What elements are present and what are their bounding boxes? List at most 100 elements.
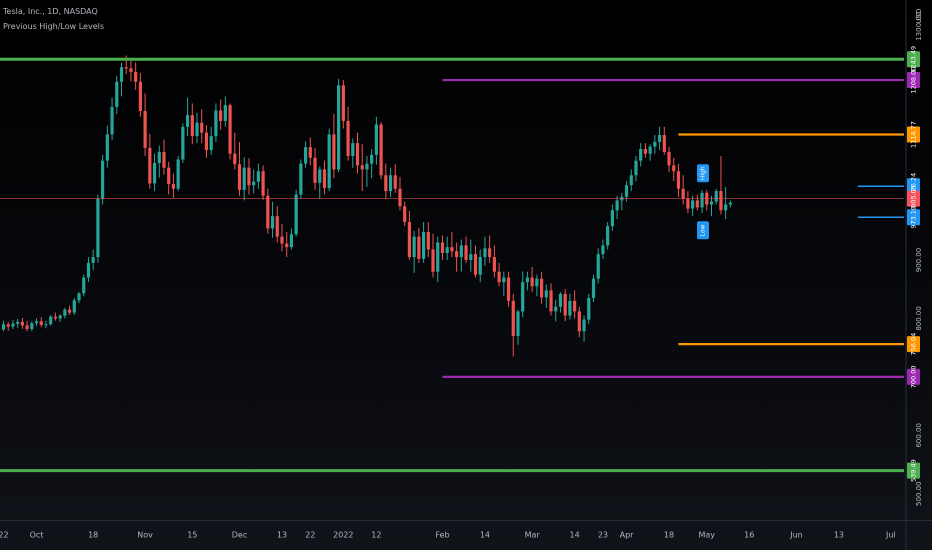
candle-body bbox=[421, 231, 426, 259]
candle-body bbox=[601, 245, 605, 255]
candle-body bbox=[242, 167, 246, 190]
x-tick-label: 2022 bbox=[333, 531, 353, 540]
candle-body bbox=[20, 321, 24, 326]
candle-body bbox=[497, 271, 501, 283]
candle-body bbox=[709, 201, 714, 205]
x-tick-label: Jun bbox=[789, 531, 803, 540]
monthly-low-badge-label: 756.04 bbox=[910, 333, 918, 356]
candle-body bbox=[516, 311, 520, 336]
x-tick-label: May bbox=[699, 531, 716, 540]
candle-body bbox=[167, 167, 171, 185]
candle-body bbox=[544, 290, 548, 298]
x-tick-label: 14 bbox=[570, 531, 580, 540]
candle-body bbox=[115, 81, 119, 107]
candle-body bbox=[436, 242, 440, 272]
candle-body bbox=[676, 171, 681, 189]
x-tick-label: 15 bbox=[187, 531, 197, 540]
candle-body bbox=[280, 236, 284, 244]
candle-body bbox=[237, 164, 242, 190]
candle-body bbox=[506, 277, 511, 301]
y-tick-label: 1300.00 bbox=[915, 12, 923, 41]
candle-body bbox=[247, 167, 251, 186]
candle-body bbox=[185, 115, 190, 127]
candle-body bbox=[488, 248, 492, 258]
candle-body bbox=[53, 316, 58, 319]
candle-body bbox=[700, 192, 704, 208]
candle-body bbox=[190, 115, 194, 137]
x-tick-label: 22 bbox=[0, 531, 9, 540]
candle-body bbox=[473, 254, 478, 275]
candle-body bbox=[469, 254, 473, 260]
candle-body bbox=[606, 226, 610, 246]
candle-body bbox=[672, 165, 676, 172]
x-tick-label: 18 bbox=[664, 531, 674, 540]
candle-body bbox=[483, 248, 487, 258]
candle-body bbox=[119, 67, 124, 82]
candle-body bbox=[535, 278, 539, 287]
candle-body bbox=[327, 134, 331, 189]
candle-body bbox=[44, 324, 48, 326]
candle-body bbox=[124, 67, 128, 69]
candle-body bbox=[525, 277, 530, 283]
candle-body bbox=[629, 175, 633, 186]
candle-body bbox=[228, 105, 232, 154]
candle-body bbox=[563, 293, 567, 316]
x-tick-label: Apr bbox=[620, 531, 635, 540]
candle-body bbox=[82, 277, 86, 294]
candle-body bbox=[426, 231, 430, 250]
candle-body bbox=[403, 206, 407, 223]
x-tick-label: Nov bbox=[137, 531, 153, 540]
candle-body bbox=[30, 323, 34, 329]
candle-body bbox=[587, 297, 591, 320]
candle-body bbox=[398, 188, 402, 207]
candle-body bbox=[365, 163, 369, 170]
candle-body bbox=[200, 122, 204, 133]
candle-body bbox=[58, 315, 62, 319]
candle-body bbox=[554, 306, 558, 312]
chart-root: Tesla, Inc., 1D, NASDAQ Previous High/Lo… bbox=[0, 0, 932, 550]
candle-body bbox=[101, 160, 105, 199]
quarterly-low-badge-label: 700.00 bbox=[910, 365, 918, 388]
candle-body bbox=[355, 143, 360, 166]
candle-body bbox=[549, 290, 553, 312]
candle-body bbox=[157, 151, 161, 164]
candle-body bbox=[289, 234, 294, 248]
candle-body bbox=[261, 171, 265, 196]
candle-body bbox=[72, 300, 76, 313]
candle-body bbox=[209, 136, 213, 151]
candle-body bbox=[219, 110, 223, 121]
candle-body bbox=[318, 169, 322, 183]
candle-body bbox=[308, 147, 312, 158]
x-tick-label: 22 bbox=[305, 531, 315, 540]
price-chart[interactable]: HighLowUSD1300.00900.00800.00600.00500.0… bbox=[0, 0, 932, 550]
weekly-low-badge-label: 973.10 bbox=[910, 206, 918, 229]
x-tick-label: 14 bbox=[480, 531, 490, 540]
candle-body bbox=[667, 151, 671, 166]
candle-body bbox=[91, 257, 95, 263]
candle-body bbox=[450, 247, 454, 252]
candle-body bbox=[204, 132, 209, 151]
candle-body bbox=[459, 245, 463, 258]
candle-body bbox=[332, 134, 336, 170]
candle-body bbox=[152, 163, 157, 184]
candle-body bbox=[691, 200, 695, 209]
candle-body bbox=[643, 148, 648, 154]
candle-body bbox=[379, 124, 383, 176]
y-tick-label: 500.00 bbox=[915, 481, 923, 506]
x-tick-label: Oct bbox=[30, 531, 44, 540]
candle-body bbox=[577, 311, 581, 332]
x-tick-label: 13 bbox=[277, 531, 287, 540]
candle-body bbox=[648, 146, 652, 154]
quarterly-high-badge-label: 1208.00 bbox=[910, 67, 918, 94]
candle-body bbox=[407, 222, 412, 258]
candle-body bbox=[171, 184, 176, 189]
candle-body bbox=[492, 257, 496, 272]
candle-body bbox=[686, 198, 690, 209]
y-tick-label: 600.00 bbox=[915, 423, 923, 448]
x-tick-label: 16 bbox=[744, 531, 754, 540]
y-tick-label: 900.00 bbox=[915, 248, 923, 273]
candle-body bbox=[313, 157, 317, 183]
candle-body bbox=[34, 321, 39, 324]
candle-body bbox=[724, 204, 728, 211]
candle-body bbox=[615, 200, 619, 211]
